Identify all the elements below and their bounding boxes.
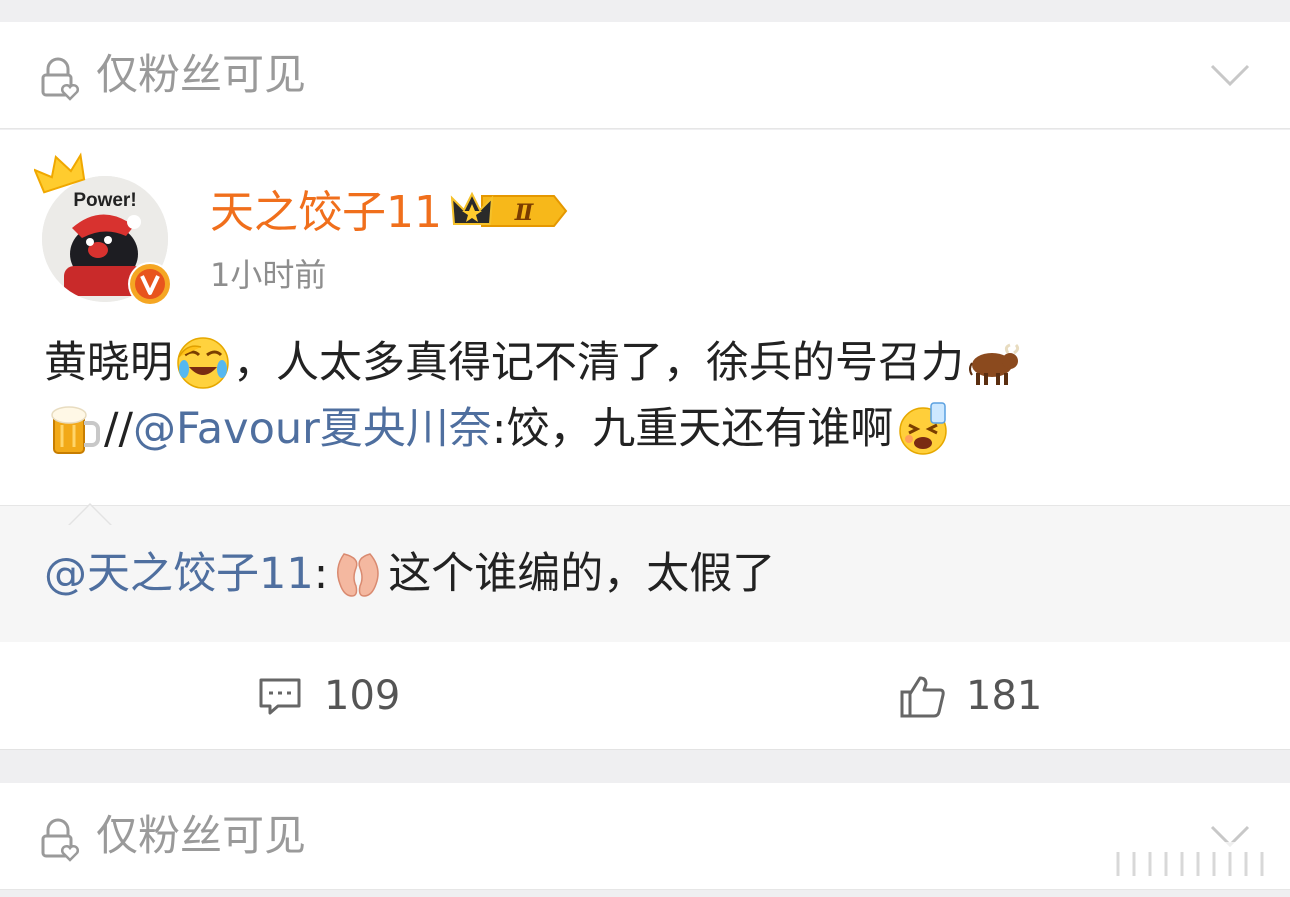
comment-button[interactable]: 109 bbox=[256, 642, 400, 750]
content-line-1: 黄晓明 ，人太多真得记不清了，徐兵的号召力 bbox=[44, 330, 1254, 396]
verified-icon bbox=[128, 262, 172, 306]
crown-icon bbox=[34, 152, 86, 194]
content-text: ，人太多真得记不清了，徐兵的号召力 bbox=[233, 338, 964, 388]
content-text: 黄晓明 bbox=[44, 338, 173, 388]
vip-badge-icon[interactable]: Ⅱ bbox=[450, 188, 568, 234]
content-text: :饺，九重天还有谁啊 bbox=[491, 404, 894, 454]
repost-mention-link[interactable]: @天之饺子11 bbox=[44, 544, 314, 604]
beer-emoji-icon bbox=[51, 406, 100, 454]
like-button[interactable]: 181 bbox=[898, 642, 1042, 750]
repost-content: @天之饺子11 : 这个谁编的，太假了 bbox=[44, 544, 775, 604]
visibility-bar-top[interactable]: 仅粉丝可见 bbox=[0, 22, 1290, 129]
content-line-2: // @Favour夏央川奈 :饺，九重天还有谁啊 bbox=[44, 396, 1254, 462]
fans-lock-icon bbox=[41, 57, 79, 101]
post-actions: 109 181 bbox=[0, 642, 1290, 750]
repost-box[interactable]: @天之饺子11 : 这个谁编的，太假了 bbox=[0, 505, 1290, 642]
ox-emoji-icon bbox=[969, 343, 1020, 385]
repost-notch-inner bbox=[70, 505, 110, 525]
repost-slashes: // bbox=[104, 404, 133, 454]
visibility-label: 仅粉丝可见 bbox=[96, 50, 307, 99]
watermark-logo bbox=[1088, 842, 1280, 886]
post-content: 黄晓明 ，人太多真得记不清了，徐兵的号召力 // @Favour夏央川奈:饺，… bbox=[44, 330, 1254, 462]
post-timestamp: 1小时前 bbox=[210, 256, 327, 294]
chevron-down-icon[interactable] bbox=[1210, 60, 1250, 90]
repost-text: 这个谁编的，太假了 bbox=[388, 549, 776, 599]
fans-lock-icon bbox=[41, 818, 79, 862]
username[interactable]: 天之饺子11 bbox=[210, 185, 442, 241]
thumbs-up-icon bbox=[900, 676, 945, 718]
like-count: 181 bbox=[966, 673, 1043, 719]
ear-emoji-icon bbox=[337, 553, 379, 597]
vip-level: Ⅱ bbox=[514, 200, 535, 226]
visibility-label: 仅粉丝可见 bbox=[96, 811, 307, 860]
drunk-emoji-icon bbox=[899, 402, 948, 455]
comment-count: 109 bbox=[324, 673, 401, 719]
laugh-cry-emoji-icon bbox=[177, 337, 229, 389]
avatar-group[interactable]: Power! bbox=[0, 130, 200, 330]
comment-icon bbox=[259, 678, 301, 715]
post-card: Power! 天之饺子11 Ⅱ 1小时前 黄晓明 ，人太多真得记不清了，徐兵的号… bbox=[0, 130, 1290, 750]
mention-link[interactable]: @Favour夏央川奈 bbox=[133, 396, 492, 462]
repost-colon: : bbox=[313, 549, 329, 599]
